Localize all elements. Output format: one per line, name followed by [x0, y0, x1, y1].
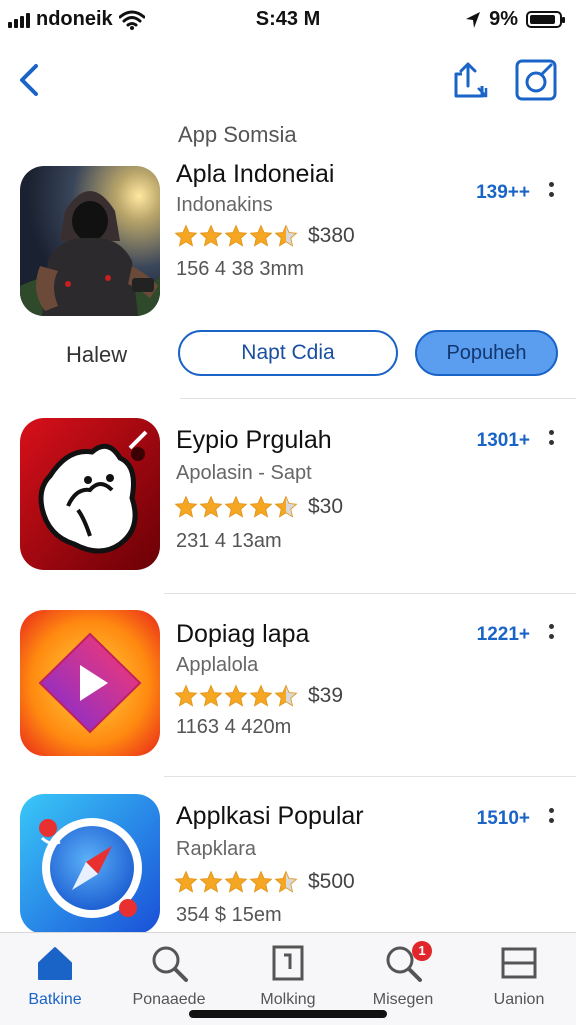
more-options-icon[interactable]	[548, 806, 554, 828]
primary-button[interactable]: Napt Cdia	[178, 330, 398, 376]
star-icon	[249, 495, 273, 518]
tab-book[interactable]: Molking	[233, 943, 343, 1009]
star-rating	[174, 495, 298, 519]
star-icon	[274, 684, 298, 707]
tab-home[interactable]: Batkine	[0, 943, 110, 1009]
app-icon-play	[20, 610, 160, 756]
star-rating	[174, 684, 298, 708]
window-icon	[501, 947, 537, 979]
app-rating: $380	[174, 224, 355, 248]
app-meta: 231 4 13am	[176, 530, 282, 552]
app-subtitle: Rapklara	[176, 838, 257, 860]
app-price: $500	[308, 870, 355, 893]
tab-label: Batkine	[28, 991, 82, 1008]
app-price: $39	[308, 684, 344, 707]
app-price: $30	[308, 495, 344, 518]
star-icon	[249, 870, 273, 893]
tab-label: Molking	[260, 991, 316, 1008]
star-icon	[199, 684, 223, 707]
app-name[interactable]: Apla Indoneiai	[176, 160, 334, 189]
battery-icon	[526, 11, 565, 28]
location-arrow-icon	[466, 11, 481, 28]
tab-label: Uanion	[493, 991, 545, 1008]
status-bar: ndoneik S:43 M 9%	[0, 0, 576, 40]
section-title: App Somsia	[178, 122, 297, 147]
star-icon	[199, 224, 223, 247]
star-icon	[249, 684, 273, 707]
app-subtitle: Applalola	[176, 654, 259, 676]
star-icon	[174, 684, 198, 707]
star-icon	[249, 224, 273, 247]
app-name[interactable]: Applkasi Popular	[176, 802, 364, 831]
app-meta: 1163 4 420m	[176, 716, 292, 738]
star-icon	[174, 870, 198, 893]
star-icon	[174, 495, 198, 518]
app-rating: $39	[174, 684, 343, 708]
app-icon-compass	[20, 794, 160, 934]
home-indicator	[189, 1010, 387, 1018]
star-rating	[174, 870, 298, 894]
star-icon	[224, 684, 248, 707]
download-count: 1510+	[476, 808, 530, 829]
tab-label: Ponaaede	[132, 991, 206, 1008]
back-chevron-icon[interactable]	[10, 56, 50, 104]
app-name[interactable]: Dopiag lapa	[176, 620, 309, 649]
divider	[164, 593, 576, 594]
app-rating: $30	[174, 495, 343, 519]
download-count: 1221+	[476, 624, 530, 645]
app-name[interactable]: Eypio Prgulah	[176, 426, 332, 455]
tab-window[interactable]: Uanion	[464, 943, 574, 1009]
star-icon	[224, 224, 248, 247]
star-icon	[274, 870, 298, 893]
more-options-icon[interactable]	[548, 428, 554, 450]
more-options-icon[interactable]	[548, 180, 554, 202]
tab-label: Misegen	[372, 991, 434, 1008]
app-subtitle: Indonakins	[176, 194, 273, 216]
nav-bar	[0, 52, 576, 108]
app-icon-warrior	[20, 166, 160, 316]
star-icon	[224, 870, 248, 893]
status-right: 9%	[465, 8, 565, 31]
download-count: 139++	[476, 182, 530, 203]
notification-badge: 1	[412, 941, 432, 961]
app-meta: 354 $ 15em	[176, 904, 282, 926]
divider	[180, 398, 576, 399]
tab-messages[interactable]: 1 Misegen	[348, 941, 458, 1009]
divider	[164, 776, 576, 777]
app-meta: 156 4 38 3mm	[176, 258, 304, 280]
star-icon	[274, 495, 298, 518]
secondary-button[interactable]: Popuheh	[415, 330, 558, 376]
camera-icon[interactable]	[514, 58, 558, 102]
search-icon	[152, 946, 188, 982]
star-icon	[199, 870, 223, 893]
share-icon[interactable]	[448, 58, 492, 102]
more-options-icon[interactable]	[548, 622, 554, 644]
star-rating	[174, 224, 298, 248]
app-rating: $500	[174, 870, 355, 894]
tab-search[interactable]: Ponaaede	[114, 943, 224, 1009]
star-icon	[224, 495, 248, 518]
book-icon	[272, 945, 304, 981]
star-icon	[199, 495, 223, 518]
star-icon	[174, 224, 198, 247]
battery-percent: 9%	[489, 8, 518, 30]
star-icon	[274, 224, 298, 247]
app-subtitle: Apolasin - Sapt	[176, 462, 312, 484]
download-count: 1301+	[476, 430, 530, 451]
app-icon-hand	[20, 418, 160, 570]
side-label: Halew	[66, 342, 128, 367]
app-price: $380	[308, 224, 355, 247]
home-icon	[38, 947, 72, 980]
